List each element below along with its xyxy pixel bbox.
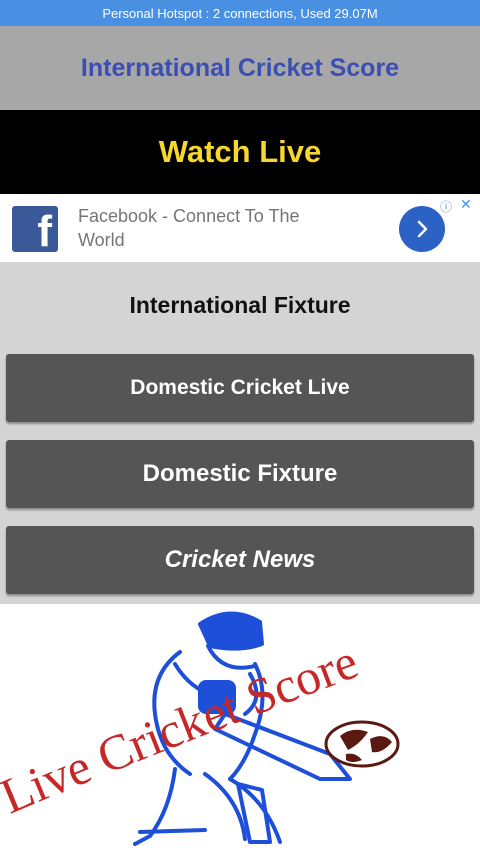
- app-header: International Cricket Score: [0, 26, 480, 110]
- ad-banner[interactable]: f Facebook - Connect To The World ⓘ ✕: [0, 194, 480, 262]
- ad-close-icon[interactable]: ✕: [460, 196, 472, 213]
- cricket-batsman-logo: Live Cricket Score: [0, 611, 400, 846]
- ad-text: Facebook - Connect To The World: [78, 206, 300, 250]
- international-fixture-button[interactable]: International Fixture: [0, 262, 480, 348]
- international-fixture-label: International Fixture: [129, 291, 351, 318]
- ad-info-icon[interactable]: ⓘ: [440, 198, 452, 215]
- domestic-cricket-live-label: Domestic Cricket Live: [130, 376, 350, 399]
- domestic-fixture-button[interactable]: Domestic Fixture: [6, 440, 474, 508]
- facebook-logo-letter: f: [37, 207, 52, 253]
- cricket-news-label: Cricket News: [164, 546, 316, 573]
- svg-text:Live Cricket Score: Live Cricket Score: [0, 633, 365, 825]
- chevron-right-icon: [417, 220, 428, 238]
- status-bar: Personal Hotspot : 2 connections, Used 2…: [0, 0, 480, 26]
- domestic-cricket-live-button[interactable]: Domestic Cricket Live: [6, 354, 474, 422]
- logo-caption: Live Cricket Score: [0, 633, 365, 825]
- facebook-logo-icon: f: [12, 206, 58, 252]
- globe-ball-icon: [324, 720, 400, 768]
- domestic-fixture-label: Domestic Fixture: [142, 460, 338, 487]
- ad-next-button[interactable]: [399, 206, 445, 252]
- app-title: International Cricket Score: [80, 53, 400, 82]
- watch-live-button[interactable]: Watch Live: [0, 110, 480, 194]
- logo-area: Live Cricket Score: [0, 604, 480, 854]
- menu-area: Domestic Cricket Live Domestic Fixture C…: [0, 348, 480, 604]
- cricket-news-button[interactable]: Cricket News: [6, 526, 474, 594]
- watch-live-label: Watch Live: [158, 134, 322, 169]
- status-text: Personal Hotspot : 2 connections, Used 2…: [102, 5, 378, 21]
